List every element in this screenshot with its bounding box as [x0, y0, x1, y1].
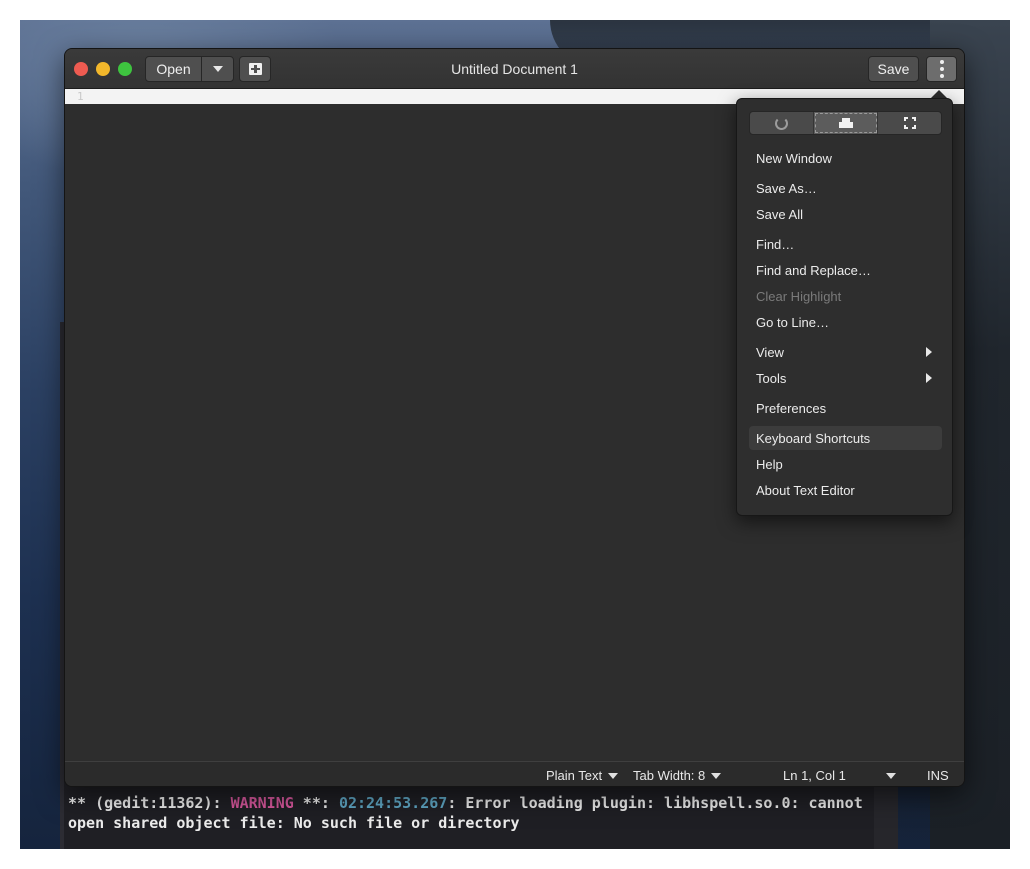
cursor-position-label: Ln 1, Col 1	[783, 768, 846, 783]
main-menu-button[interactable]	[926, 56, 957, 82]
maximize-window-button[interactable]	[118, 62, 132, 76]
vertical-dots-icon	[939, 60, 944, 78]
tab-width-selector[interactable]: Tab Width: 8	[633, 762, 722, 786]
chevron-down-icon	[711, 772, 722, 779]
chevron-right-icon	[926, 373, 932, 383]
open-button[interactable]: Open	[145, 56, 202, 82]
chevron-down-icon	[608, 772, 619, 779]
terminal-timestamp: 02:24:53.267	[338, 794, 448, 812]
menu-item-tools[interactable]: Tools	[749, 366, 942, 390]
menu-item-find[interactable]: Find…	[749, 232, 942, 256]
menu-toolbar	[749, 111, 942, 135]
open-recent-dropdown-button[interactable]	[201, 56, 234, 82]
menu-item-save-as[interactable]: Save As…	[749, 176, 942, 200]
insert-mode-indicator: INS	[927, 762, 949, 786]
menu-item-about[interactable]: About Text Editor	[749, 478, 942, 502]
refresh-icon	[775, 116, 788, 130]
menu-item-help[interactable]: Help	[749, 452, 942, 476]
save-button[interactable]: Save	[868, 56, 919, 82]
menu-item-clear-highlight: Clear Highlight	[756, 288, 842, 304]
cursor-position[interactable]: Ln 1, Col 1	[783, 762, 846, 786]
print-icon	[838, 117, 853, 130]
language-selector[interactable]: Plain Text	[546, 762, 619, 786]
menu-item-preferences[interactable]: Preferences	[749, 396, 942, 420]
reload-button[interactable]	[750, 112, 814, 134]
insert-mode-label: INS	[927, 768, 949, 783]
fullscreen-icon	[903, 117, 916, 129]
chevron-down-icon	[886, 772, 896, 779]
menu-item-find-and-replace[interactable]: Find and Replace…	[749, 258, 942, 282]
minimize-window-button[interactable]	[96, 62, 110, 76]
terminal-warning-level: WARNING	[230, 794, 294, 812]
go-to-line-dropdown[interactable]	[886, 762, 896, 786]
menu-item-view[interactable]: View	[749, 340, 942, 364]
terminal-prefix: ** (gedit:11362):	[68, 794, 231, 812]
line-number: 1	[77, 90, 84, 103]
fullscreen-button[interactable]	[878, 112, 941, 134]
print-button[interactable]	[814, 112, 878, 134]
menu-item-keyboard-shortcuts[interactable]: Keyboard Shortcuts	[749, 426, 942, 450]
menu-item-go-to-line[interactable]: Go to Line…	[749, 310, 942, 334]
new-document-icon	[248, 63, 262, 75]
chevron-right-icon	[926, 347, 932, 357]
statusbar: Plain Text Tab Width: 8 Ln 1, Col 1 INS	[65, 761, 964, 786]
chevron-down-icon	[212, 66, 223, 72]
close-window-button[interactable]	[74, 62, 88, 76]
menu-item-save-all[interactable]: Save All	[749, 202, 942, 226]
language-label: Plain Text	[546, 768, 603, 783]
main-menu-popover: New Window Save As… Save All Find… Find …	[736, 98, 953, 516]
headerbar: Untitled Document 1 Open Save	[65, 49, 964, 89]
tab-width-label: Tab Width: 8	[633, 768, 706, 783]
new-document-button[interactable]	[239, 56, 271, 82]
terminal-output: ** (gedit:11362): WARNING **: 02:24:53.2…	[68, 794, 888, 833]
menu-item-new-window[interactable]: New Window	[749, 146, 942, 170]
terminal-separator: **:	[293, 794, 339, 812]
